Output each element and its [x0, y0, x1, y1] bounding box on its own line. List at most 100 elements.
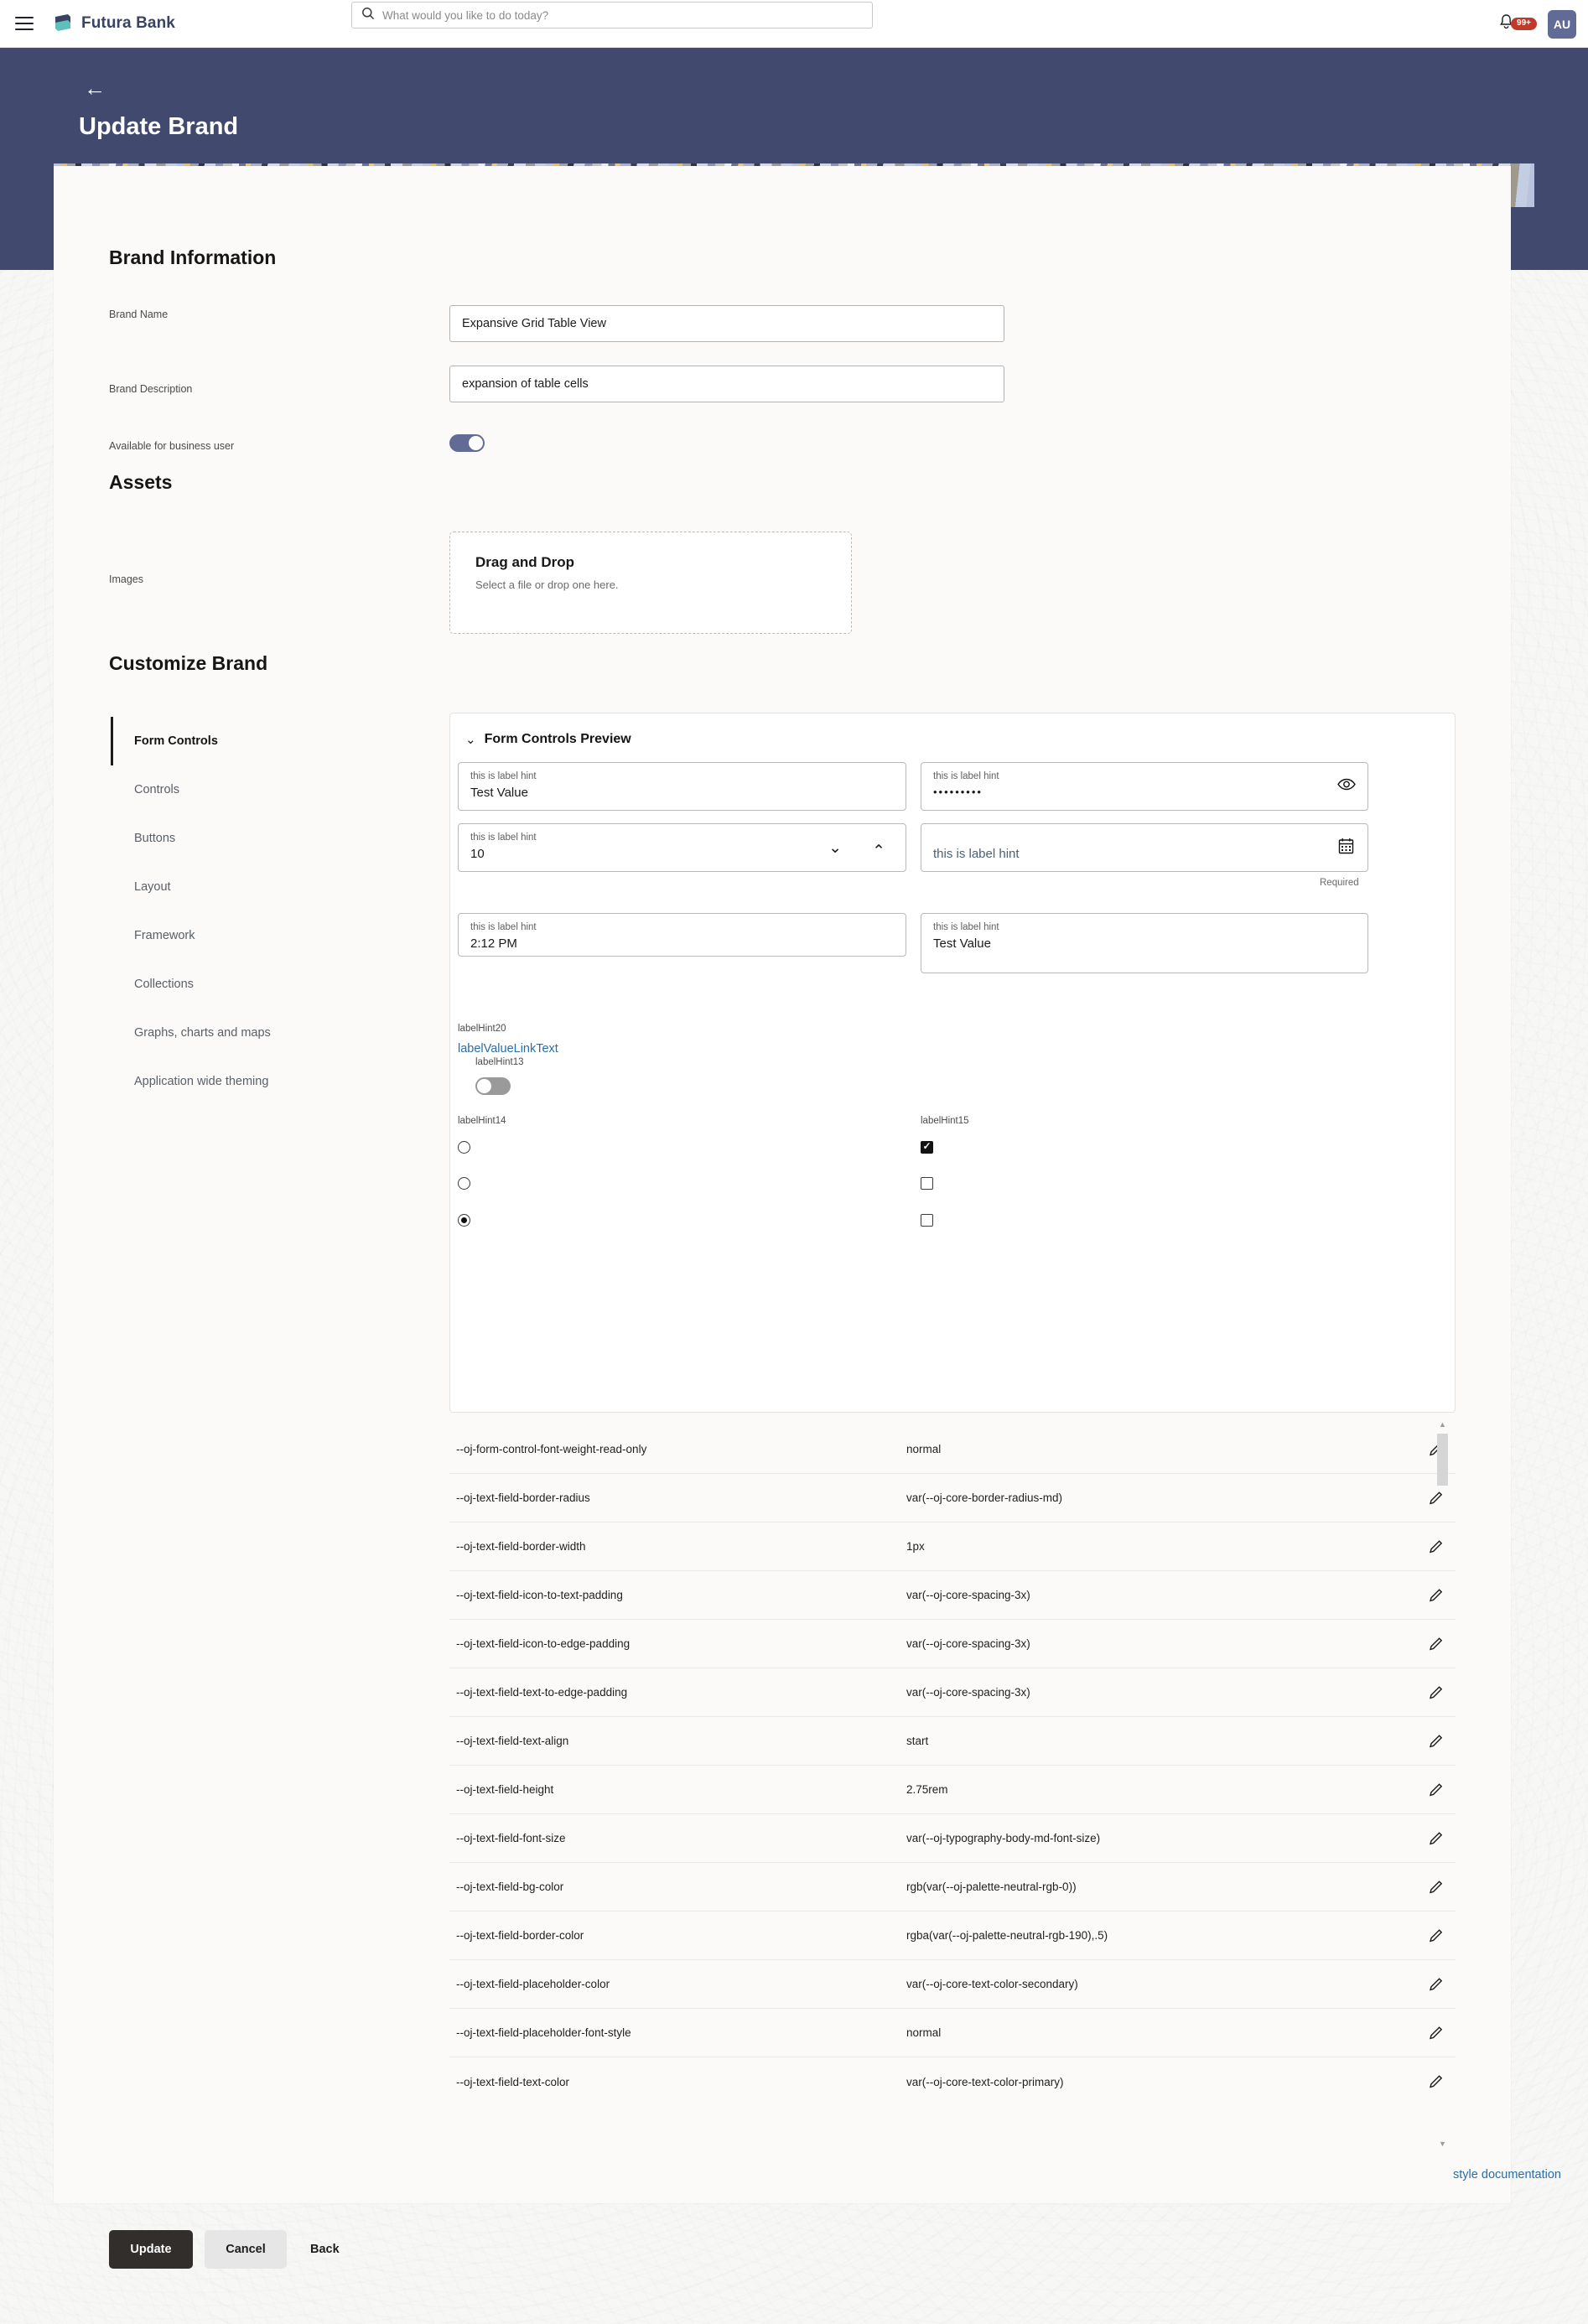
- pencil-icon[interactable]: [1417, 1587, 1456, 1604]
- radio-option-1[interactable]: [458, 1141, 470, 1154]
- pencil-icon[interactable]: [1417, 1733, 1456, 1750]
- preview-number-field[interactable]: this is label hint 10 ⌄ ⌃: [458, 823, 906, 872]
- table-row[interactable]: --oj-text-field-border-color rgba(var(--o…: [449, 1912, 1456, 1960]
- token-name: --oj-text-field-placeholder-color: [456, 1978, 610, 1990]
- checkbox-option-1[interactable]: [921, 1140, 933, 1154]
- pencil-icon[interactable]: [1417, 1830, 1456, 1847]
- back-arrow-icon[interactable]: ←: [84, 77, 106, 99]
- pencil-icon[interactable]: [1417, 1538, 1456, 1555]
- chevron-up-icon[interactable]: ⌃: [872, 842, 885, 861]
- sidebar-item-application-wide-theming[interactable]: Application wide theming: [111, 1057, 387, 1106]
- token-name: --oj-text-field-placeholder-font-style: [456, 2026, 631, 2039]
- pencil-icon[interactable]: [1417, 1636, 1456, 1652]
- brand-name-input[interactable]: [449, 305, 1004, 342]
- notification-badge: 99+: [1511, 18, 1537, 30]
- table-row[interactable]: --oj-text-field-icon-to-text-padding var(…: [449, 1571, 1456, 1620]
- eye-icon[interactable]: [1337, 778, 1356, 795]
- table-row[interactable]: --oj-form-control-font-weight-read-only n…: [449, 1425, 1456, 1474]
- sidebar-item-buttons[interactable]: Buttons: [111, 814, 387, 863]
- field-hint: this is label hint: [470, 771, 537, 781]
- preview-date-field[interactable]: this is label hint: [921, 823, 1368, 872]
- table-row[interactable]: --oj-text-field-bg-color rgb(var(--oj-pal…: [449, 1863, 1456, 1912]
- assets-title: Assets: [109, 471, 173, 493]
- sidebar-item-form-controls[interactable]: Form Controls: [111, 717, 387, 765]
- token-value: var(--oj-typography-body-md-font-size): [906, 1832, 1101, 1844]
- pencil-icon[interactable]: [1417, 1927, 1456, 1944]
- table-row[interactable]: --oj-text-field-placeholder-color var(--o…: [449, 1960, 1456, 2009]
- sidebar-item-controls[interactable]: Controls: [111, 765, 387, 814]
- table-row[interactable]: --oj-text-field-border-width 1px: [449, 1523, 1456, 1571]
- sidebar-item-collections[interactable]: Collections: [111, 960, 387, 1009]
- scroll-down-icon[interactable]: ▼: [1439, 2140, 1446, 2148]
- pencil-icon[interactable]: [1417, 1879, 1456, 1896]
- label-value-link[interactable]: labelValueLinkText: [458, 1042, 558, 1056]
- notifications-button[interactable]: 99+: [1498, 13, 1539, 34]
- table-row[interactable]: --oj-text-field-text-color var(--oj-core-…: [449, 2057, 1456, 2106]
- pencil-icon[interactable]: [1417, 1490, 1456, 1507]
- app-logo[interactable]: Futura Bank: [52, 13, 175, 34]
- checkbox-option-3[interactable]: [921, 1214, 933, 1227]
- pencil-icon[interactable]: [1417, 1782, 1456, 1798]
- chevron-down-icon[interactable]: ⌄: [465, 732, 476, 747]
- brand-description-input[interactable]: [449, 366, 1004, 402]
- preview-text-field[interactable]: this is label hint Test Value: [458, 762, 906, 811]
- preview-header[interactable]: ⌄ Form Controls Preview: [450, 713, 1455, 747]
- back-button[interactable]: Back: [298, 2230, 351, 2269]
- table-scrollbar-thumb[interactable]: [1437, 1434, 1448, 1486]
- style-documentation-link[interactable]: style documentation: [1453, 2168, 1561, 2181]
- field-hint: this is label hint: [933, 771, 999, 781]
- field-hint: this is label hint: [470, 922, 537, 932]
- search-input[interactable]: [382, 8, 863, 22]
- avatar[interactable]: AU: [1548, 9, 1576, 39]
- pencil-icon[interactable]: [1417, 1684, 1456, 1701]
- images-label: Images: [109, 573, 143, 585]
- table-row[interactable]: --oj-text-field-placeholder-font-style no…: [449, 2009, 1456, 2057]
- update-button[interactable]: Update: [109, 2230, 193, 2269]
- checkbox-option-2[interactable]: [921, 1177, 933, 1190]
- switch-group-label: labelHint13: [475, 1057, 524, 1067]
- radio-option-3[interactable]: [458, 1214, 470, 1227]
- table-row[interactable]: --oj-text-field-text-align start: [449, 1717, 1456, 1766]
- global-search[interactable]: [351, 2, 873, 29]
- futura-bank-logo-icon: [52, 13, 74, 34]
- search-icon: [361, 7, 375, 24]
- brand-name-text: Futura Bank: [81, 14, 175, 32]
- preview-password-field[interactable]: this is label hint •••••••••: [921, 762, 1368, 811]
- hamburger-icon[interactable]: [15, 17, 34, 30]
- token-name: --oj-form-control-font-weight-read-only: [456, 1443, 647, 1455]
- table-row[interactable]: --oj-text-field-height 2.75rem: [449, 1766, 1456, 1814]
- pencil-icon[interactable]: [1417, 2073, 1456, 2090]
- table-row[interactable]: --oj-text-field-border-radius var(--oj-co…: [449, 1474, 1456, 1523]
- cancel-button[interactable]: Cancel: [205, 2230, 287, 2269]
- pencil-icon[interactable]: [1417, 1441, 1456, 1458]
- radio-option-2[interactable]: [458, 1177, 470, 1190]
- preview-time-field[interactable]: this is label hint 2:12 PM: [458, 913, 906, 957]
- preview-switch[interactable]: [475, 1077, 511, 1095]
- available-for-business-user-toggle[interactable]: [449, 434, 485, 452]
- scroll-up-icon[interactable]: ▲: [1439, 1420, 1446, 1429]
- token-value: var(--oj-core-border-radius-md): [906, 1491, 1063, 1504]
- token-name: --oj-text-field-border-color: [456, 1929, 584, 1942]
- table-row[interactable]: --oj-text-field-text-to-edge-padding var(…: [449, 1668, 1456, 1717]
- image-dropzone[interactable]: Drag and Drop Select a file or drop one …: [449, 532, 852, 634]
- sidebar-item-graphs-charts-maps[interactable]: Graphs, charts and maps: [111, 1009, 387, 1057]
- token-name: --oj-text-field-border-radius: [456, 1491, 590, 1504]
- sidebar-item-layout[interactable]: Layout: [111, 863, 387, 911]
- table-row[interactable]: --oj-text-field-icon-to-edge-padding var(…: [449, 1620, 1456, 1668]
- table-row[interactable]: --oj-text-field-font-size var(--oj-typogr…: [449, 1814, 1456, 1863]
- preview-textarea-field[interactable]: this is label hint Test Value: [921, 913, 1368, 973]
- style-tokens-table: --oj-form-control-font-weight-read-only n…: [449, 1425, 1456, 2155]
- calendar-icon[interactable]: [1338, 838, 1354, 859]
- token-value: var(--oj-core-spacing-3x): [906, 1637, 1030, 1650]
- table-scrollbar-track[interactable]: [1437, 1429, 1448, 2150]
- pencil-icon[interactable]: [1417, 1976, 1456, 1993]
- chevron-down-icon[interactable]: ⌄: [828, 838, 842, 858]
- footer-actions: Update Cancel Back: [109, 2230, 351, 2269]
- pencil-icon[interactable]: [1417, 2025, 1456, 2041]
- nav-label: Application wide theming: [134, 1075, 269, 1088]
- sidebar-item-framework[interactable]: Framework: [111, 911, 387, 960]
- token-name: --oj-text-field-font-size: [456, 1832, 566, 1844]
- customize-brand-title: Customize Brand: [109, 652, 268, 674]
- nav-label: Form Controls: [134, 734, 218, 748]
- nav-label: Buttons: [134, 832, 176, 845]
